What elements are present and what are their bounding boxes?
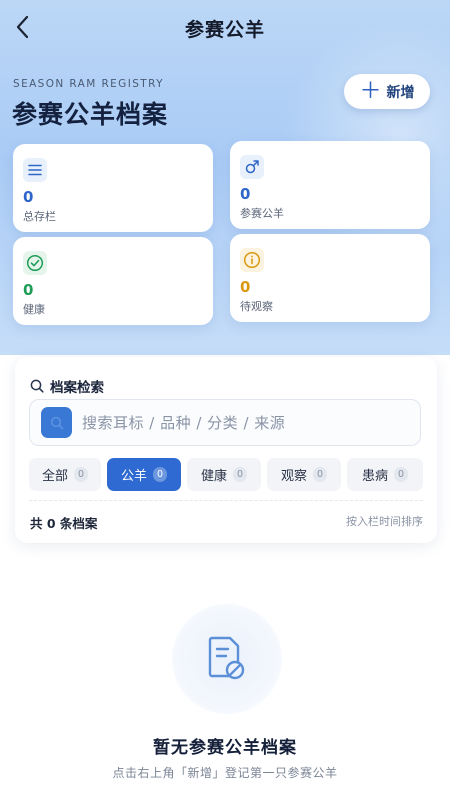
filter-label: 观察 xyxy=(280,469,307,484)
filter-observe[interactable]: 观察 0 xyxy=(267,458,341,491)
divider xyxy=(29,500,423,501)
add-button-label: 新增 xyxy=(386,84,415,101)
filter-rams[interactable]: 公羊 0 xyxy=(107,458,181,491)
filter-all[interactable]: 全部 0 xyxy=(29,458,101,491)
filter-label: 患病 xyxy=(361,469,388,484)
search-icon xyxy=(30,379,44,393)
info-circle-icon xyxy=(240,248,264,272)
nav-title: 参赛公羊 xyxy=(184,18,265,41)
stat-card-observe: 0 待观察 xyxy=(230,234,430,322)
stat-label: 健康 xyxy=(23,303,45,316)
stat-card-rams: 0 参赛公羊 xyxy=(230,141,430,229)
empty-state-illustration xyxy=(172,604,282,714)
back-button[interactable] xyxy=(8,12,38,42)
chevron-left-icon xyxy=(16,15,29,39)
list-icon xyxy=(23,158,47,182)
stat-value: 0 xyxy=(240,185,251,203)
panel-header: 档案检索 xyxy=(30,376,104,396)
stat-card-total: 0 总存栏 xyxy=(13,144,213,232)
stat-value: 0 xyxy=(23,188,34,206)
stat-value: 0 xyxy=(240,278,251,296)
sort-option[interactable]: 按入栏时间排序 xyxy=(346,513,423,529)
search-chip-icon xyxy=(41,407,72,438)
nav-bar: 参赛公羊 xyxy=(0,0,450,56)
filter-count: 0 xyxy=(394,467,408,482)
filter-count: 0 xyxy=(153,467,167,482)
registry-eyebrow: SEASON RAM REGISTRY xyxy=(13,78,164,90)
add-button[interactable]: ＋ 新增 xyxy=(344,74,430,109)
check-circle-icon xyxy=(23,251,47,275)
male-icon xyxy=(240,155,264,179)
document-blocked-icon xyxy=(208,636,245,680)
search-panel: 档案检索 搜索耳标 / 品种 / 分类 / 来源 全部 0 公羊 0 健康 0 … xyxy=(15,357,437,543)
panel-title: 档案检索 xyxy=(50,380,104,396)
search-placeholder: 搜索耳标 / 品种 / 分类 / 来源 xyxy=(82,414,286,432)
filter-count: 0 xyxy=(74,467,88,482)
empty-state-title: 暂无参赛公羊档案 xyxy=(153,738,297,758)
filter-healthy[interactable]: 健康 0 xyxy=(187,458,261,491)
filter-bar: 全部 0 公羊 0 健康 0 观察 0 患病 0 xyxy=(29,458,423,491)
filter-sick[interactable]: 患病 0 xyxy=(347,458,423,491)
stat-value: 0 xyxy=(23,281,34,299)
plus-icon: ＋ xyxy=(359,78,382,104)
filter-label: 全部 xyxy=(41,469,68,484)
filter-count: 0 xyxy=(313,467,327,482)
stat-card-healthy: 0 健康 xyxy=(13,237,213,325)
filter-count: 0 xyxy=(233,467,247,482)
search-input[interactable]: 搜索耳标 / 品种 / 分类 / 来源 xyxy=(29,399,421,446)
stat-label: 总存栏 xyxy=(23,210,56,223)
empty-state-subtitle: 点击右上角「新增」登记第一只参赛公羊 xyxy=(112,766,338,780)
stat-label: 待观察 xyxy=(240,300,273,313)
filter-label: 健康 xyxy=(200,469,227,484)
filter-label: 公羊 xyxy=(120,469,147,484)
record-count: 共 0 条档案 xyxy=(30,516,98,531)
stat-label: 参赛公羊 xyxy=(240,207,284,220)
page-title: 参赛公羊档案 xyxy=(12,100,169,129)
